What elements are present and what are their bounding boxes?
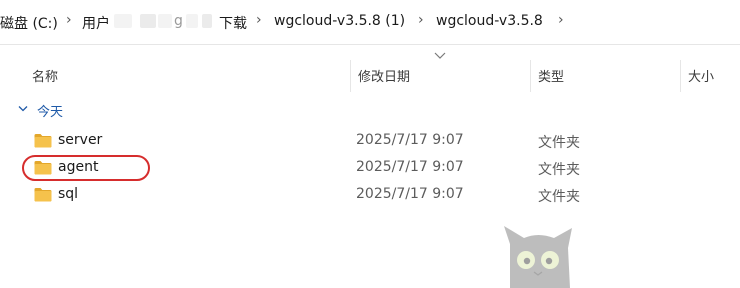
chevron-down-icon: [434, 52, 446, 59]
redacted-username: [114, 14, 132, 28]
breadcrumb-current-folder[interactable]: wgcloud-v3.5.8: [436, 13, 543, 29]
column-header-name[interactable]: 名称: [32, 66, 58, 85]
redacted-username: [140, 14, 156, 28]
breadcrumb-drive[interactable]: 磁盘 (C:): [0, 13, 58, 33]
column-header-size[interactable]: 大小: [688, 66, 714, 85]
file-name: sql: [58, 186, 79, 202]
chevron-right-icon[interactable]: ›: [418, 12, 424, 28]
group-label: 今天: [37, 105, 64, 120]
list-item[interactable]: server 2025/7/17 9:07 文件夹: [20, 129, 720, 153]
list-item[interactable]: sql 2025/7/17 9:07 文件夹: [20, 183, 720, 207]
file-type: 文件夹: [538, 135, 580, 151]
redacted-username: [158, 14, 172, 28]
column-divider[interactable]: [530, 60, 531, 92]
file-type: 文件夹: [538, 189, 580, 205]
folder-icon: [34, 134, 52, 148]
chevron-right-icon[interactable]: ›: [558, 12, 564, 28]
username-fragment: g: [174, 13, 183, 29]
column-divider[interactable]: [350, 60, 351, 92]
redacted-username: [202, 14, 212, 28]
redacted-username: [186, 14, 198, 28]
column-header-type[interactable]: 类型: [538, 66, 564, 85]
file-date: 2025/7/17 9:07: [356, 132, 464, 148]
file-date: 2025/7/17 9:07: [356, 159, 464, 175]
highlight-annotation: [22, 155, 150, 181]
file-type: 文件夹: [538, 162, 580, 178]
chevron-down-icon[interactable]: [18, 105, 28, 113]
breadcrumb-parent-folder[interactable]: wgcloud-v3.5.8 (1): [274, 13, 405, 29]
address-bar[interactable]: 磁盘 (C:) › 用户 g 下载 › wgcloud-v3.5.8 (1) ›…: [0, 0, 740, 45]
breadcrumb-downloads[interactable]: 下载: [219, 13, 247, 33]
chevron-right-icon[interactable]: ›: [256, 12, 262, 28]
cat-watermark-icon: [504, 226, 572, 288]
file-name: server: [58, 132, 103, 148]
file-date: 2025/7/17 9:07: [356, 186, 464, 202]
column-header-date[interactable]: 修改日期: [358, 66, 410, 85]
breadcrumb-user[interactable]: 用户: [82, 13, 110, 33]
chevron-right-icon[interactable]: ›: [66, 12, 72, 28]
column-divider[interactable]: [680, 60, 681, 92]
folder-icon: [34, 188, 52, 202]
